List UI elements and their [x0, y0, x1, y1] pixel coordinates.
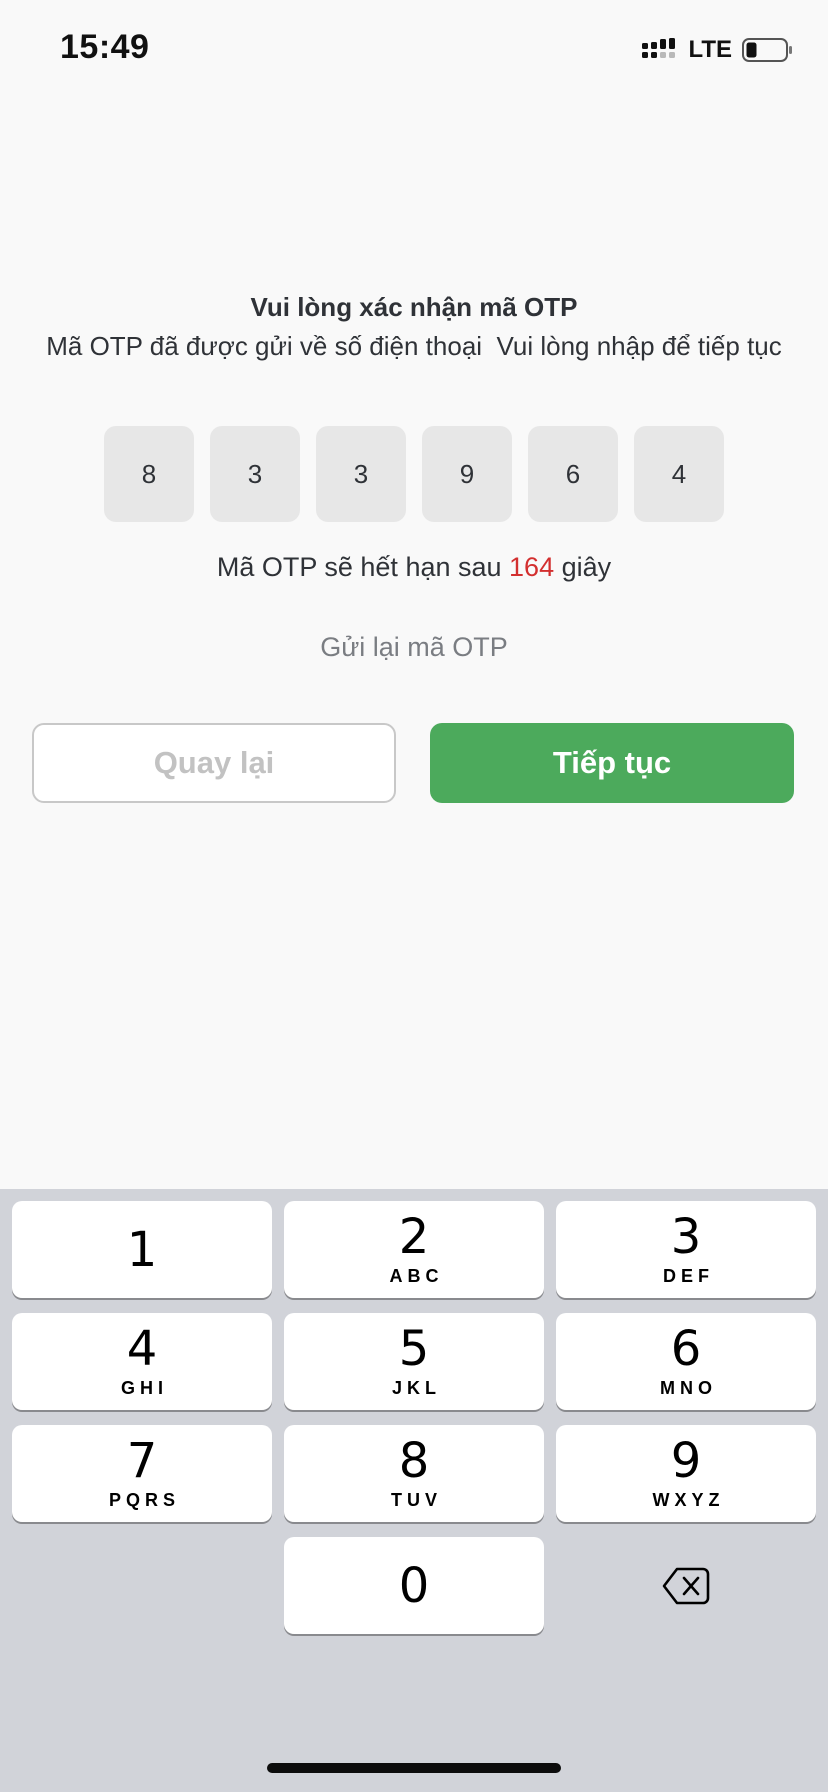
otp-title: Vui lòng xác nhận mã OTP [250, 292, 578, 322]
expiry-countdown: 164 [509, 552, 555, 582]
continue-button[interactable]: Tiếp tục [430, 723, 794, 803]
otp-digit-box[interactable]: 4 [634, 426, 724, 522]
backspace-key[interactable] [556, 1537, 816, 1634]
key-digit: 6 [670, 1321, 702, 1377]
signal-icon [642, 38, 676, 58]
key-letters: JKL [391, 1378, 441, 1398]
otp-digit-box[interactable]: 3 [210, 426, 300, 522]
key-8[interactable]: 8 TUV [284, 1425, 544, 1522]
key-3[interactable]: 3 DEF [556, 1201, 816, 1298]
key-digit: 8 [398, 1433, 430, 1489]
key-letters: GHI [120, 1378, 168, 1398]
key-digit: 7 [126, 1433, 158, 1489]
key-letters: DEF [663, 1266, 714, 1286]
otp-digit-box[interactable]: 6 [528, 426, 618, 522]
key-0[interactable]: 0 [284, 1537, 544, 1634]
home-indicator[interactable] [267, 1763, 561, 1773]
key-letters: PQRS [108, 1490, 180, 1510]
expiry-prefix: Mã OTP sẽ hết hạn sau [216, 552, 510, 582]
key-digit: 9 [670, 1433, 702, 1489]
backspace-icon [662, 1567, 710, 1604]
otp-digit-box[interactable]: 3 [316, 426, 406, 522]
key-digit: 2 [398, 1209, 430, 1265]
key-digit: 4 [126, 1321, 158, 1377]
key-letters: WXYZ [652, 1490, 725, 1510]
key-letters: MNO [660, 1378, 717, 1398]
resend-otp-link[interactable]: Gửi lại mã OTP [0, 632, 828, 663]
status-indicators: LTE [642, 36, 794, 64]
otp-digit-box[interactable]: 9 [422, 426, 512, 522]
back-button[interactable]: Quay lại [32, 723, 396, 803]
key-5[interactable]: 5 JKL [284, 1313, 544, 1410]
key-letters: TUV [391, 1490, 442, 1510]
network-type: LTE [688, 36, 732, 63]
otp-digit-box[interactable]: 8 [104, 426, 194, 522]
expiry-suffix: giây [554, 552, 612, 582]
otp-subtitle: Mã OTP đã được gửi về số điện thoại Vui … [46, 331, 782, 361]
otp-input-group[interactable]: 8 3 3 9 6 4 [104, 426, 724, 522]
key-4[interactable]: 4 GHI [12, 1313, 272, 1410]
key-7[interactable]: 7 PQRS [12, 1425, 272, 1522]
battery-icon [742, 38, 792, 62]
key-digit: 0 [398, 1557, 430, 1614]
status-time: 15:49 [60, 28, 150, 66]
key-9[interactable]: 9 WXYZ [556, 1425, 816, 1522]
key-1[interactable]: 1 [12, 1201, 272, 1298]
key-digit: 3 [670, 1209, 702, 1265]
status-bar: 15:49 LTE [0, 0, 828, 100]
key-digit: 5 [398, 1321, 430, 1377]
otp-expiry-message: Mã OTP sẽ hết hạn sau 164 giây [0, 552, 828, 583]
key-2[interactable]: 2 ABC [284, 1201, 544, 1298]
key-6[interactable]: 6 MNO [556, 1313, 816, 1410]
key-digit: 1 [126, 1221, 158, 1278]
key-letters: ABC [389, 1266, 444, 1286]
